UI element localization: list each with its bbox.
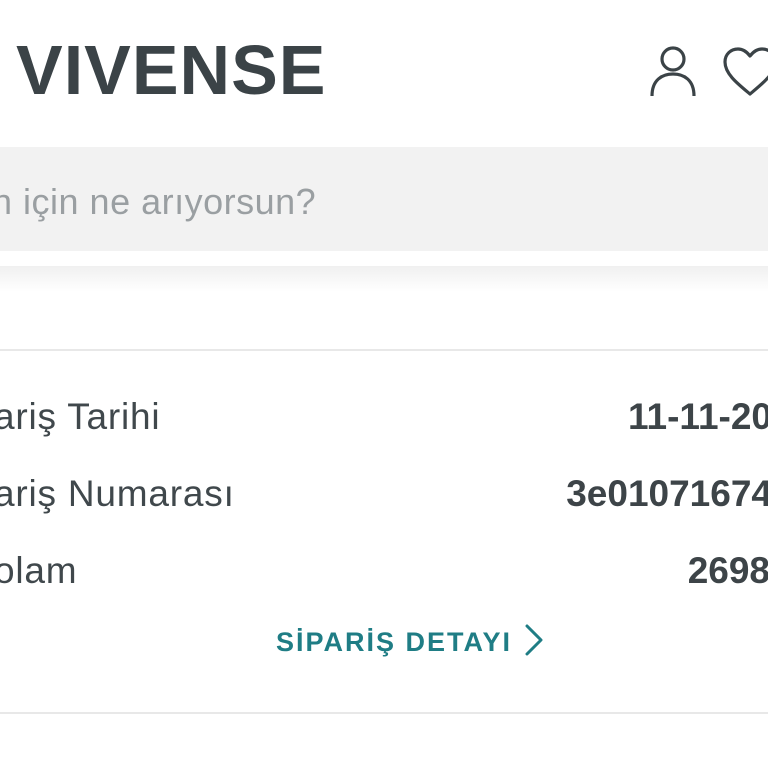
heart-icon[interactable] [722, 46, 768, 103]
divider-bottom [0, 712, 768, 714]
order-date-row: ariş Tarihi 11-11-20 [0, 392, 768, 442]
order-number-row: ariş Numarası 3e01071674 [0, 469, 768, 519]
order-number-value: 3e01071674 [566, 473, 768, 514]
search-input[interactable]: n için ne arıyorsun? [0, 181, 316, 223]
user-icon[interactable] [648, 44, 698, 103]
chevron-right-icon [524, 623, 544, 662]
order-total-row: olam 2698 [0, 546, 768, 596]
order-date-value: 11-11-20 [627, 396, 768, 437]
search-bar[interactable]: n için ne arıyorsun? [0, 147, 768, 251]
order-detail-label: SİPARİŞ DETAYI [276, 626, 513, 657]
divider-top [0, 349, 768, 351]
order-detail-link[interactable]: SİPARİŞ DETAYI [276, 622, 544, 662]
header: VIVENSE [0, 0, 768, 140]
section-separator [0, 266, 768, 292]
page: VIVENSE n için ne arıyorsun? ariş Tarihi… [0, 0, 768, 768]
order-total-value: 2698 [687, 550, 768, 591]
vivense-logo[interactable]: VIVENSE [16, 28, 326, 112]
